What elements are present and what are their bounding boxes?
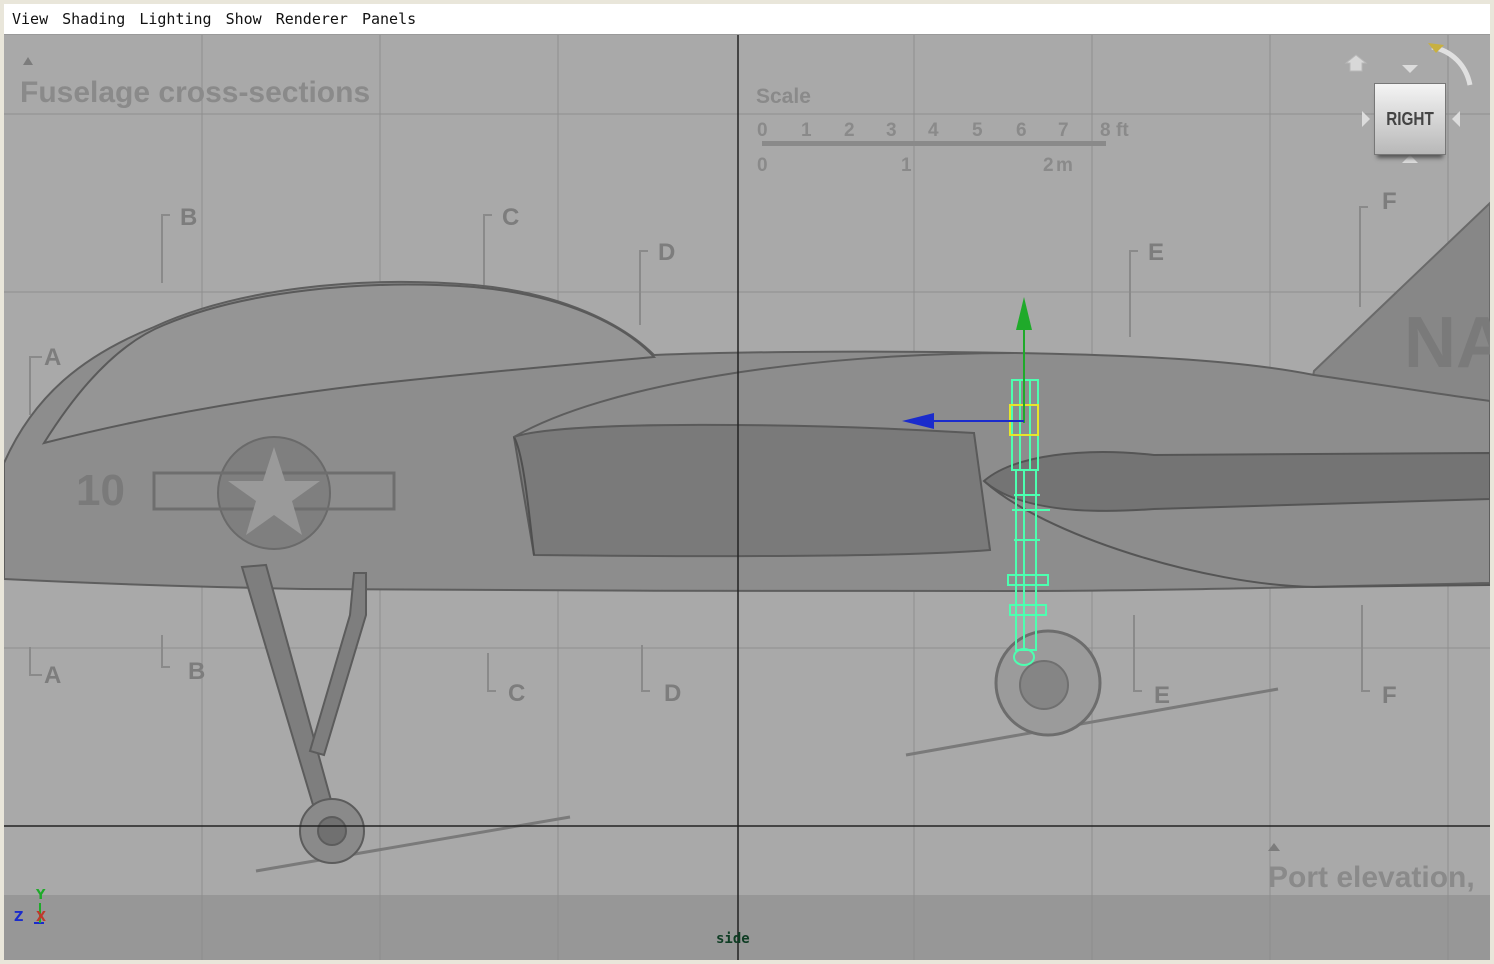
menu-view[interactable]: View — [12, 10, 48, 28]
scale-tick: 8 — [1100, 120, 1111, 141]
ground-lines — [255, 687, 1279, 873]
scale-tick: 7 — [1058, 120, 1069, 141]
cube-arrow-up-icon[interactable] — [1402, 65, 1418, 73]
section-letter: E — [1154, 682, 1170, 709]
maya-panel: View Shading Lighting Show Renderer Pane… — [4, 4, 1490, 960]
scale-tick: 4 — [928, 120, 939, 141]
menu-show[interactable]: Show — [226, 10, 262, 28]
section-letter: A — [44, 662, 61, 689]
scale-unit: ft — [1116, 120, 1129, 141]
svg-text:10: 10 — [76, 466, 125, 515]
cube-arrow-down-icon[interactable] — [1402, 155, 1418, 163]
blueprint-title: Fuselage cross-sections — [20, 76, 370, 109]
port-elevation-label: Port elevation, — [1268, 861, 1475, 894]
scale-tick: 5 — [972, 120, 983, 141]
scale-bar — [762, 141, 1106, 146]
section-letter: F — [1382, 682, 1397, 709]
section-letter: B — [188, 658, 205, 685]
panel-menubar: View Shading Lighting Show Renderer Pane… — [4, 4, 1490, 35]
tail-marking: NA — [1404, 303, 1490, 383]
viewport-canvas: Fuselage cross-sections Scale 0 1 2 3 4 … — [4, 35, 1490, 960]
axis-z-label: Z — [14, 910, 23, 925]
scale-tick: 0 — [757, 155, 768, 176]
axis-y-label: Y — [35, 888, 46, 903]
menu-renderer[interactable]: Renderer — [276, 10, 348, 28]
menu-panels[interactable]: Panels — [362, 10, 416, 28]
viewcube-face-label: RIGHT — [1386, 108, 1434, 129]
cube-arrow-right-icon[interactable] — [1452, 111, 1460, 127]
scale-tick: 2 — [1043, 155, 1054, 176]
scale-tick: 1 — [901, 155, 912, 176]
viewcube[interactable]: RIGHT — [1374, 83, 1446, 155]
axis-x-label: X — [36, 910, 46, 925]
scale-tick: 2 — [844, 120, 855, 141]
menu-lighting[interactable]: Lighting — [139, 10, 211, 28]
cube-arrow-left-icon[interactable] — [1362, 111, 1370, 127]
section-letter: C — [502, 204, 519, 231]
scale-tick: 0 — [757, 120, 768, 141]
section-letter: B — [180, 204, 197, 231]
main-gear-wheel — [994, 629, 1102, 737]
nose-gear — [240, 563, 367, 864]
scale-title: Scale — [756, 85, 811, 108]
aircraft-model: NA 10 — [4, 201, 1490, 592]
scale-tick: 1 — [801, 120, 812, 141]
menu-shading[interactable]: Shading — [62, 10, 125, 28]
section-letter: D — [658, 239, 675, 266]
scale-tick: 6 — [1016, 120, 1027, 141]
home-icon[interactable] — [1344, 54, 1368, 72]
manip-y-arrow-icon[interactable] — [1016, 297, 1032, 330]
rotate-arc-icon[interactable] — [1431, 44, 1473, 86]
section-letter: D — [664, 680, 681, 707]
section-letter: E — [1148, 239, 1164, 266]
scale-unit: m — [1056, 155, 1073, 176]
side-viewport[interactable]: Fuselage cross-sections Scale 0 1 2 3 4 … — [4, 35, 1490, 960]
lower-band — [4, 895, 1490, 960]
section-letter: A — [44, 344, 61, 371]
camera-label: side — [716, 931, 750, 947]
scale-tick: 3 — [886, 120, 897, 141]
triangle-marker-icon — [23, 57, 33, 65]
section-letter: F — [1382, 188, 1397, 215]
section-letter: C — [508, 680, 525, 707]
